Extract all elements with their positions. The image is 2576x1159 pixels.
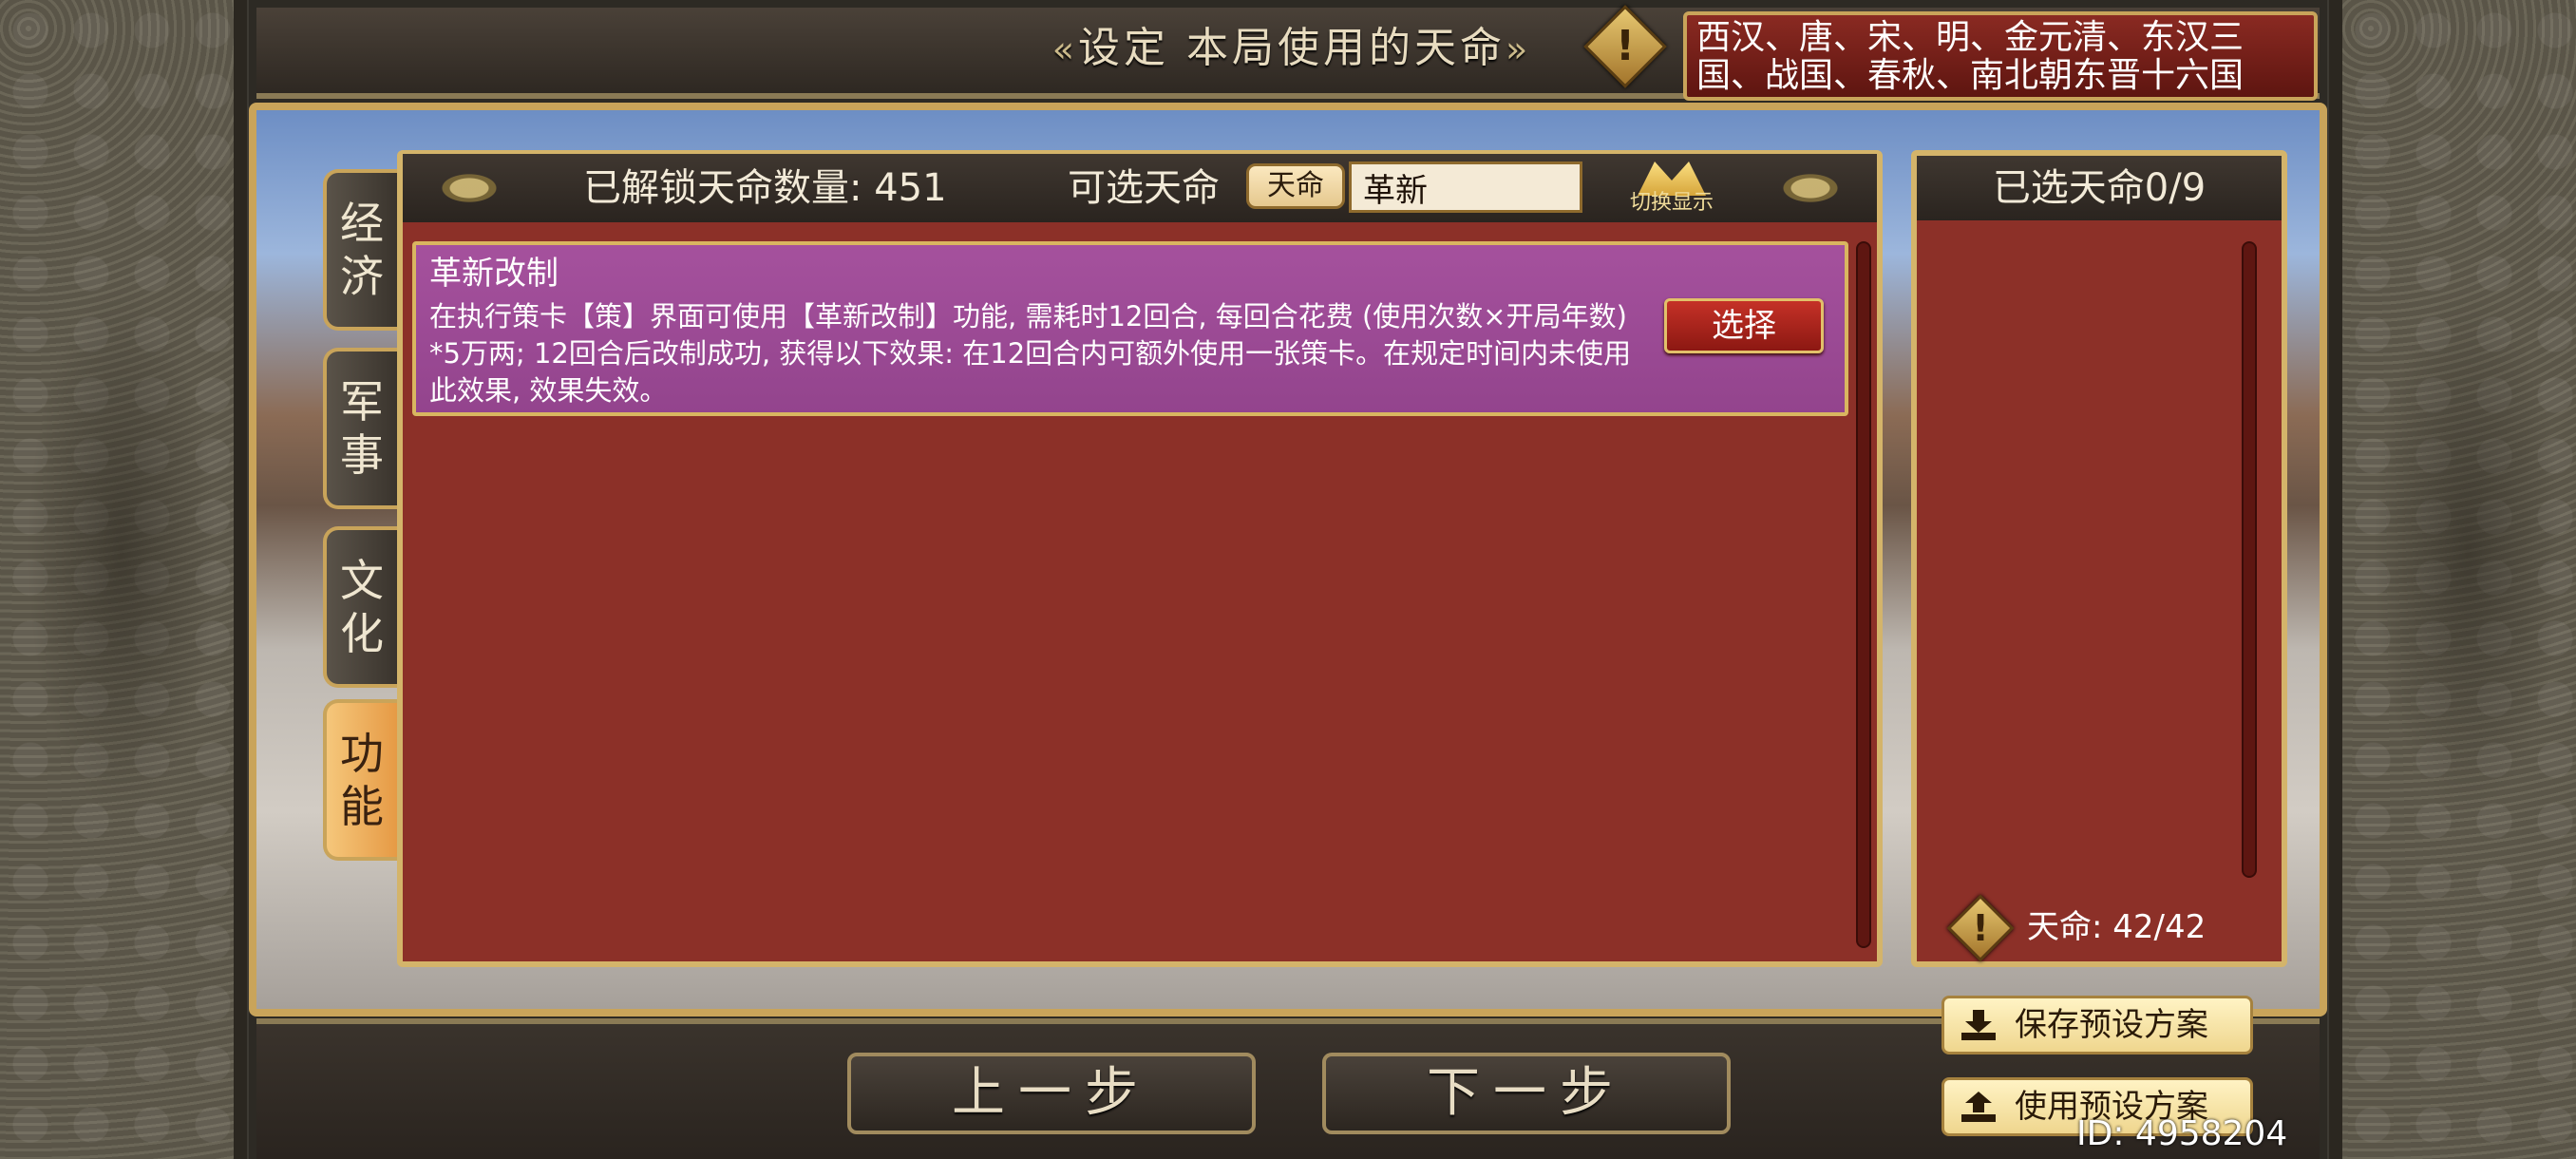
title-ornament-left-icon: « [1051,28,1078,70]
tab-function[interactable]: 功能 [323,699,397,861]
list-item: 革新改制 在执行策卡【策】界面可使用【革新改制】功能, 需耗时12回合, 每回合… [412,241,1848,416]
warning-mark: ! [1972,907,1989,949]
corner-ornament-icon [403,154,536,222]
prev-step-button[interactable]: 上一步 [847,1053,1256,1134]
save-preset-label: 保存预设方案 [2015,1006,2208,1044]
tab-label: 文化 [340,555,384,659]
list-scrollbar[interactable] [1856,241,1871,948]
corner-ornament-icon [1744,154,1877,222]
item-description: 在执行策卡【策】界面可使用【革新改制】功能, 需耗时12回合, 每回合花费 (使… [429,300,1632,407]
page-title: «设定 本局使用的天命» [1016,15,1567,82]
switch-display-button[interactable]: 切换显示 [1615,158,1729,218]
tianming-count: 天命: 42/42 [2027,908,2207,946]
item-title: 革新改制 [429,255,559,293]
player-id: ID: 4958204 [2076,1114,2288,1153]
page-title-text: 设定 本局使用的天命 [1078,24,1506,72]
download-icon [1961,1010,1996,1040]
tianming-warning-button[interactable]: ! [1946,894,2015,962]
dynasty-list[interactable]: 西汉、唐、宋、明、金元清、东汉三国、战国、春秋、南北朝东晋十六国 [1683,11,2318,101]
dragon-emblem-icon [27,285,217,817]
right-decor-panel [2329,0,2576,1159]
tab-economy[interactable]: 经济 [323,169,397,331]
switch-display-label: 切换显示 [1629,191,1714,215]
unlocked-count: 已解锁天命数量: 451 [583,166,947,210]
selected-panel [1911,150,2287,967]
left-decor-panel [0,0,247,1159]
warning-mark: ! [1615,22,1636,70]
tab-label: 经济 [340,198,384,302]
next-step-button[interactable]: 下一步 [1322,1053,1731,1134]
upload-icon [1961,1092,1996,1122]
tab-label: 功能 [340,728,384,832]
dragon-emblem-icon [2373,285,2563,817]
filter-type-chip[interactable]: 天命 [1246,163,1345,209]
search-input[interactable] [1349,162,1582,213]
tab-label: 军事 [340,376,384,481]
tab-military[interactable]: 军事 [323,348,397,509]
title-ornament-right-icon: » [1506,28,1532,70]
tab-culture[interactable]: 文化 [323,526,397,688]
save-preset-button[interactable]: 保存预设方案 [1941,996,2253,1054]
header-warning-button[interactable]: ! [1583,5,1667,88]
selectable-label: 可选天命 [1068,166,1220,210]
selected-scrollbar[interactable] [2242,241,2257,878]
selected-count-title: 已选天命0/9 [1917,156,2282,220]
select-button[interactable]: 选择 [1664,298,1824,353]
